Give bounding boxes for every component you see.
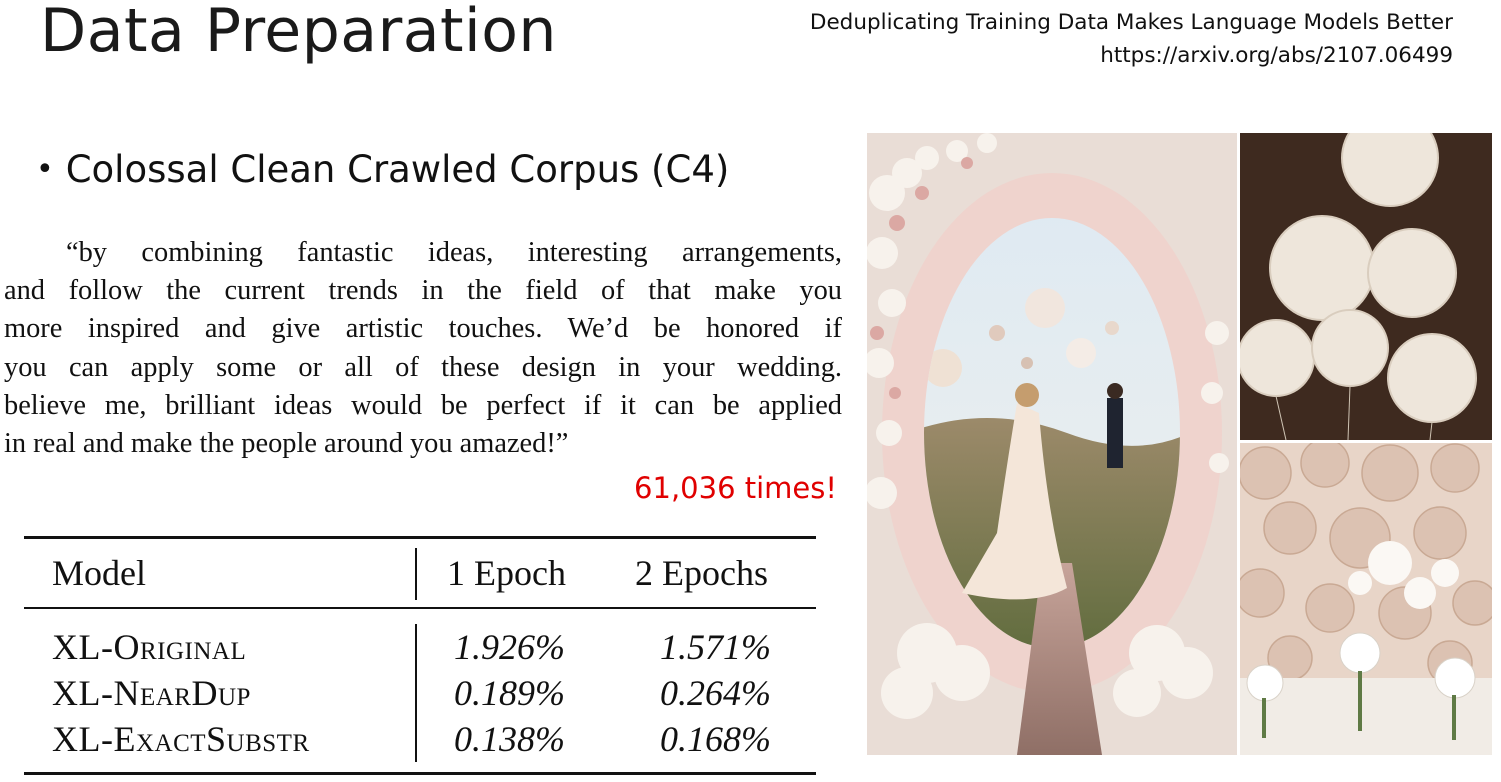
- slide-title: Data Preparation: [40, 0, 557, 66]
- results-table: Model 1 Epoch 2 Epochs XL-Original 1.926…: [24, 536, 816, 776]
- table-top-rule: [24, 536, 816, 539]
- table-divider: [415, 624, 417, 762]
- column-header-epoch1: 1 Epoch: [447, 553, 566, 593]
- table-cell-epoch2: 0.264%: [660, 673, 771, 713]
- table-header-rule: [24, 607, 816, 609]
- table-cell-model: XL-ExactSubstr: [52, 719, 310, 759]
- table-cell-epoch2: 1.571%: [660, 627, 771, 667]
- quote-line: and follow the current trends in the fie…: [4, 275, 842, 307]
- bullet-text: Colossal Clean Crawled Corpus (C4): [65, 148, 730, 191]
- wedding-arch-photo: [867, 133, 1237, 755]
- reference-url: https://arxiv.org/abs/2107.06499: [1100, 43, 1453, 68]
- table-cell-epoch1: 1.926%: [454, 627, 565, 667]
- table-cell-epoch1: 0.138%: [454, 719, 565, 759]
- flowers-wall-photo: [1240, 443, 1492, 755]
- quote-line: in real and make the people around you a…: [4, 428, 569, 460]
- table-cell-epoch2: 0.168%: [660, 719, 771, 759]
- bullet-dot-icon: •: [36, 152, 54, 187]
- balloons-photo: [1240, 133, 1492, 440]
- reference-title: Deduplicating Training Data Makes Langua…: [809, 10, 1453, 35]
- quote-line: “by combining fantastic ideas, interesti…: [66, 237, 842, 268]
- example-quote: “by combining fantastic ideas, interesti…: [4, 234, 842, 463]
- quote-line: more inspired and give artistic touches.…: [4, 313, 842, 345]
- quote-line: believe me, brilliant ideas would be per…: [4, 389, 842, 421]
- column-header-model: Model: [52, 553, 146, 593]
- reference: Deduplicating Training Data Makes Langua…: [810, 6, 1453, 72]
- table-divider: [415, 548, 417, 600]
- table-bottom-rule: [24, 772, 816, 775]
- quote-line: you can apply some or all of these desig…: [4, 351, 842, 383]
- bullet-item: • Colossal Clean Crawled Corpus (C4): [36, 148, 729, 191]
- repeat-count: 61,036 times!: [634, 471, 837, 505]
- column-header-epoch2: 2 Epochs: [635, 553, 768, 593]
- table-cell-epoch1: 0.189%: [454, 673, 565, 713]
- table-cell-model: XL-NearDup: [52, 673, 251, 713]
- table-cell-model: XL-Original: [52, 627, 247, 667]
